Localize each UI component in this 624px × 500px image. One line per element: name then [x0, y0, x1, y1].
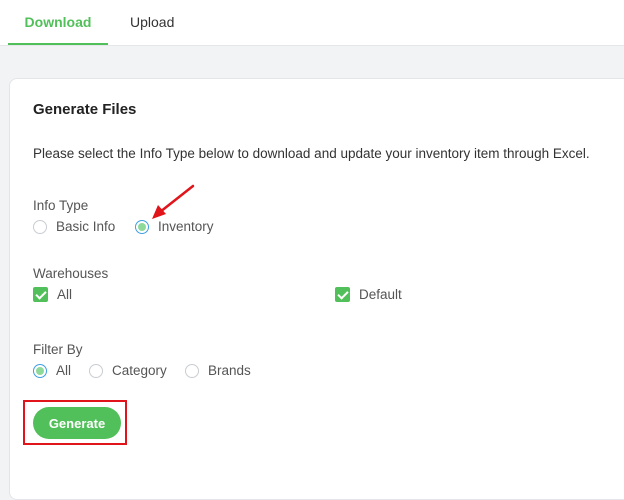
- radio-selected-icon: [33, 363, 47, 378]
- option-label: All: [56, 363, 72, 378]
- card-description: Please select the Info Type below to dow…: [33, 146, 590, 161]
- filter-brands-radio[interactable]: Brands: [185, 363, 251, 378]
- warehouse-default-checkbox[interactable]: Default: [335, 287, 402, 302]
- filter-by-label: Filter By: [33, 342, 83, 357]
- radio-unselected-icon: [89, 363, 103, 378]
- warehouses-label: Warehouses: [33, 266, 109, 281]
- info-type-label: Info Type: [33, 198, 89, 213]
- option-label: Inventory: [158, 219, 214, 234]
- info-type-basic-info-radio[interactable]: Basic Info: [33, 219, 115, 234]
- checkbox-checked-icon: [33, 287, 48, 302]
- tab-upload[interactable]: Upload: [130, 0, 174, 45]
- option-label: Default: [359, 287, 402, 302]
- radio-selected-icon: [135, 219, 149, 234]
- warehouse-all-checkbox[interactable]: All: [33, 287, 72, 302]
- radio-unselected-icon: [33, 219, 47, 234]
- card-title: Generate Files: [33, 101, 137, 118]
- info-type-inventory-radio[interactable]: Inventory: [135, 219, 214, 234]
- annotation-highlight-box: [23, 400, 127, 445]
- radio-unselected-icon: [185, 363, 199, 378]
- tab-bar: Download Upload: [0, 0, 624, 46]
- filter-category-radio[interactable]: Category: [89, 363, 167, 378]
- option-label: Basic Info: [56, 219, 116, 234]
- filter-all-radio[interactable]: All: [33, 363, 71, 378]
- option-label: Brands: [208, 363, 251, 378]
- option-label: Category: [112, 363, 167, 378]
- checkbox-checked-icon: [335, 287, 350, 302]
- option-label: All: [57, 287, 73, 302]
- tab-download[interactable]: Download: [8, 0, 108, 45]
